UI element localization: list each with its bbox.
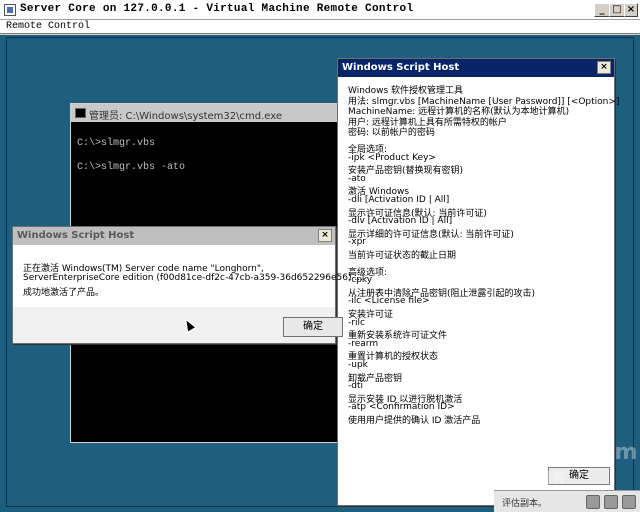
cmd-line: C:\>slmgr.vbs -ato bbox=[77, 162, 186, 173]
help-text-line: -dlv [Activation ID | All] bbox=[348, 216, 453, 227]
help-text-line: -upk bbox=[348, 360, 368, 370]
watermark-site: 51CTO.com bbox=[498, 440, 638, 465]
help-text-line: -ato bbox=[348, 173, 366, 184]
tray-eval-label: 评估副本。 bbox=[502, 499, 548, 509]
help-text-line: -dli [Activation ID | All] bbox=[348, 195, 450, 205]
help-text-line: -ipk <Product Key> bbox=[348, 152, 436, 163]
help-text-line: 显示详细的许可证信息(默认: 当前许可证) bbox=[348, 229, 514, 240]
help-text-line: -atp <Confirmation ID> bbox=[348, 402, 455, 413]
vm-titlebar: Server Core on 127.0.0.1 - Virtual Machi… bbox=[0, 0, 640, 20]
help-text-line: -xpr bbox=[348, 237, 366, 248]
maximize-button[interactable]: □ bbox=[609, 3, 625, 17]
volume-icon[interactable] bbox=[604, 495, 618, 509]
vm-window-title: Server Core on 127.0.0.1 - Virtual Machi… bbox=[20, 3, 414, 15]
help-text-line: 密码: 以前帐户的密码 bbox=[348, 128, 435, 139]
cmd-titlebar[interactable]: 管理员: C:\Windows\system32\cmd.exe bbox=[71, 104, 351, 122]
system-tray: 评估副本。 bbox=[494, 490, 640, 512]
help-text-line: -ilc <License file> bbox=[348, 296, 430, 307]
cmd-line: C:\>slmgr.vbs bbox=[77, 138, 156, 149]
wsh-activation-dialog: Windows Script Host × 正在激活 Windows(TM) S… bbox=[12, 226, 363, 344]
help-text-line: -dti bbox=[348, 381, 363, 392]
help-dialog-close-button[interactable]: × bbox=[597, 61, 611, 74]
cmd-icon bbox=[75, 108, 86, 118]
vm-app-icon bbox=[4, 4, 16, 16]
help-text-line: 当前许可证状态的截止日期 bbox=[348, 251, 457, 261]
popup-close-button[interactable]: × bbox=[318, 229, 332, 242]
network-icon[interactable] bbox=[586, 495, 600, 509]
close-button[interactable]: × bbox=[624, 3, 638, 17]
popup-ok-button[interactable]: 确定 bbox=[283, 317, 343, 337]
help-dialog-titlebar[interactable]: Windows Script Host × bbox=[338, 59, 614, 77]
minimize-button[interactable]: _ bbox=[594, 3, 610, 17]
popup-title: Windows Script Host bbox=[17, 230, 135, 241]
help-text-line: 使用用户提供的确认 ID 激活产品 bbox=[348, 416, 481, 426]
cmd-title: 管理员: C:\Windows\system32\cmd.exe bbox=[89, 111, 283, 122]
popup-message-line: 成功地激活了产品。 bbox=[23, 288, 105, 298]
popup-body: 正在激活 Windows(TM) Server code name "Longh… bbox=[13, 245, 363, 307]
popup-titlebar[interactable]: Windows Script Host × bbox=[13, 227, 335, 245]
action-center-icon[interactable] bbox=[622, 495, 636, 509]
help-text-line: -rearm bbox=[348, 338, 379, 349]
wsh-help-dialog: Windows Script Host × Windows 软件授权管理工具 用法… bbox=[337, 58, 619, 506]
vm-menubar: Remote Control bbox=[0, 20, 640, 34]
watermark-sub: 技术博客 bbox=[510, 471, 566, 487]
menu-remote-control[interactable]: Remote Control bbox=[6, 21, 90, 32]
help-dialog-title: Windows Script Host bbox=[342, 62, 460, 73]
help-text-line: -rilc bbox=[348, 317, 365, 328]
popup-message-line: ServerEnterpriseCore edition (f00d81ce-d… bbox=[23, 273, 363, 283]
